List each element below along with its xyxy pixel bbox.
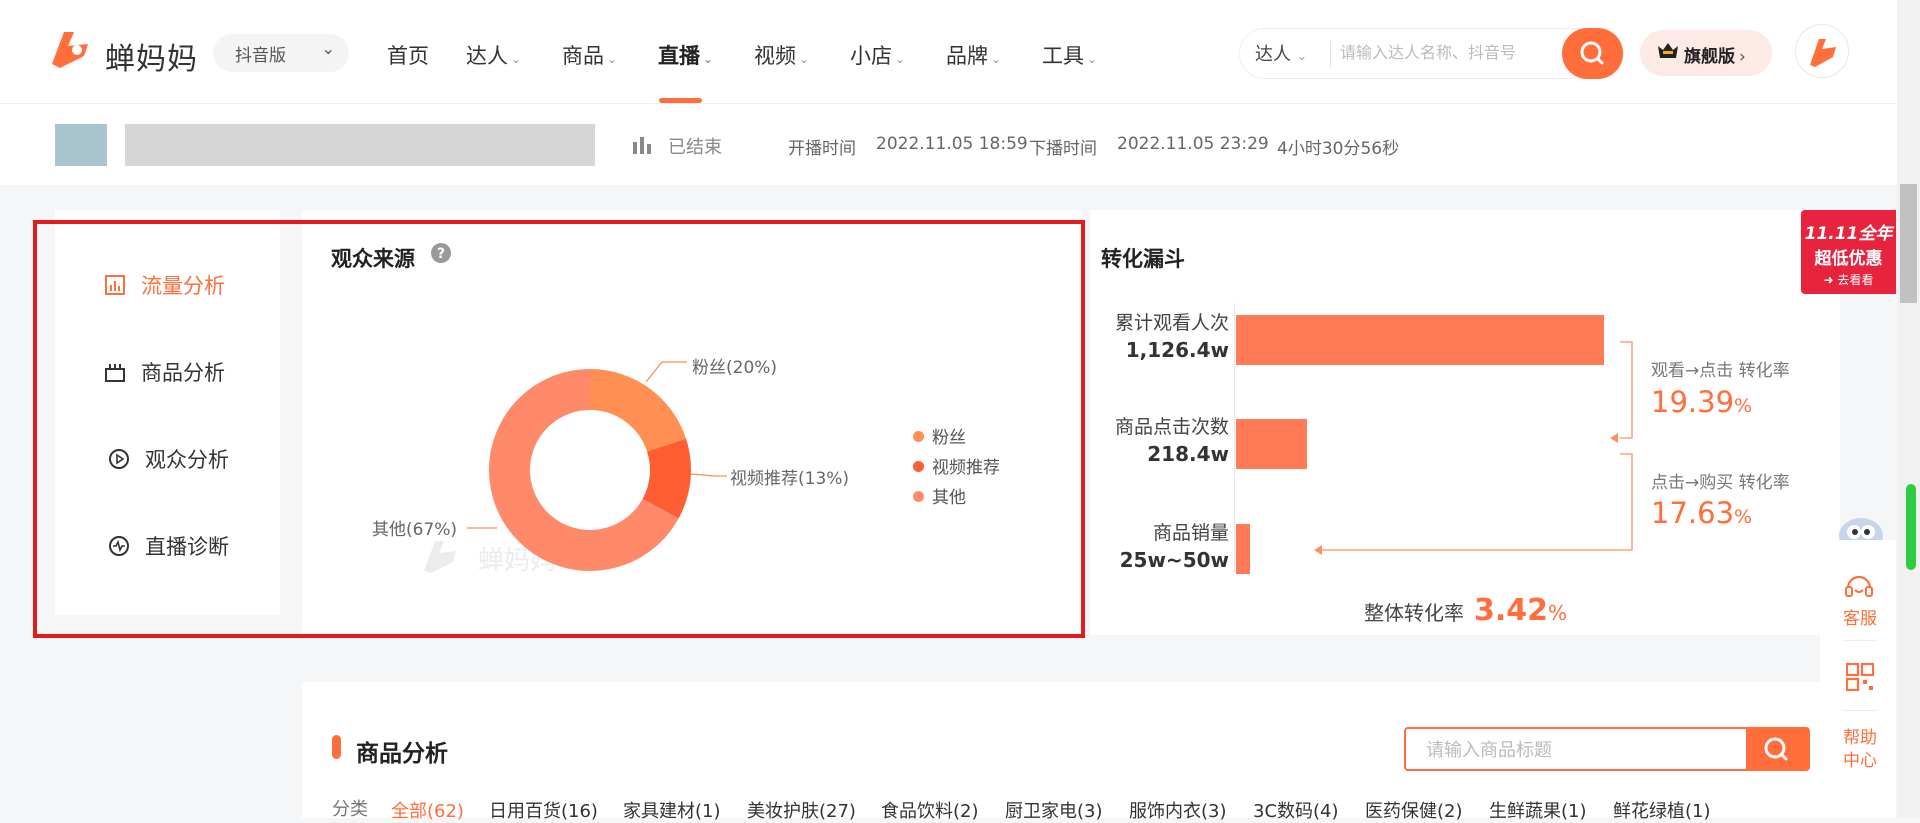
rate-view-click-value: 19.39% <box>1651 385 1753 419</box>
funnel-row-value: 25w~50w <box>1119 548 1229 572</box>
start-time-label: 开播时间 <box>788 139 856 159</box>
nav-brand[interactable]: 品牌 ⌄ <box>946 40 1001 70</box>
nav-shop[interactable]: 小店 ⌄ <box>850 40 905 70</box>
funnel-row-label: 商品销量 25w~50w <box>1119 522 1229 572</box>
avatar[interactable] <box>1795 24 1849 78</box>
top-header: 蝉妈妈 抖音版 ⌄ 首页 达人 ⌄ 商品 ⌄ 直播 ⌄ 视频 ⌄ 小店 ⌄ 品牌 ⌄ 工具 ⌄… <box>0 0 1897 103</box>
start-time: 2022.11.05 18:59 <box>876 134 1028 154</box>
search-icon <box>1764 737 1788 761</box>
room-avatar <box>55 124 107 166</box>
category-all[interactable]: 全部(62) <box>391 797 464 823</box>
nav-live[interactable]: 直播 ⌄ <box>658 40 713 70</box>
nav-goods[interactable]: 商品 ⌄ <box>562 40 617 70</box>
promo-banner[interactable]: 11.11全年 超低优惠 ➜ 去看看 <box>1801 210 1896 294</box>
goods-analysis-title: 商品分析 <box>356 741 448 767</box>
search-button[interactable] <box>1562 28 1623 79</box>
search-type-select[interactable]: 达人 ⌄ <box>1255 40 1307 66</box>
category-item[interactable]: 服饰内衣(3) <box>1129 797 1227 823</box>
search-icon <box>1580 41 1604 65</box>
qrcode-icon[interactable] <box>1845 662 1875 695</box>
end-time: 2022.11.05 23:29 <box>1117 134 1269 154</box>
chevron-down-icon: ⌄ <box>799 52 810 66</box>
category-item[interactable]: 3C数码(4) <box>1253 797 1339 823</box>
funnel-row-label: 商品点击次数 218.4w <box>1114 416 1229 466</box>
room-name <box>125 124 595 166</box>
nav-video[interactable]: 视频 ⌄ <box>754 40 809 70</box>
goods-search-button[interactable] <box>1746 729 1808 769</box>
chevron-down-icon: ⌄ <box>511 52 522 66</box>
rate-view-click-label: 观看→点击 转化率 <box>1651 361 1790 381</box>
chevron-down-icon: ⌄ <box>1297 49 1308 63</box>
sidebar-divider <box>1842 640 1878 641</box>
funnel-bar-clicks <box>1236 419 1308 469</box>
live-status-icon <box>632 134 654 160</box>
live-status: 已结束 <box>668 137 722 158</box>
customer-service-link[interactable]: 客服 <box>1843 604 1877 629</box>
chevron-down-icon: ⌄ <box>1087 52 1098 66</box>
chevron-down-icon: ⌄ <box>991 52 1002 66</box>
scrollbar-thumb[interactable] <box>1900 184 1917 303</box>
rate-click-buy-value: 17.63% <box>1651 496 1753 530</box>
sidebar-divider <box>1842 710 1878 711</box>
nav-tools[interactable]: 工具 ⌄ <box>1042 40 1097 70</box>
chevron-down-icon: ⌄ <box>895 52 906 66</box>
overall-conversion: 整体转化率 3.42% <box>1364 593 1568 628</box>
help-center-link[interactable]: 帮助中心 <box>1843 727 1877 773</box>
category-item[interactable]: 食品饮料(2) <box>881 797 979 823</box>
goods-search-input[interactable] <box>1426 737 1726 763</box>
funnel-bar-sales <box>1236 524 1250 574</box>
funnel-title: 转化漏斗 <box>1101 247 1185 271</box>
category-item[interactable]: 厨卫家电(3) <box>1005 797 1103 823</box>
chevron-down-icon: ⌄ <box>703 52 714 66</box>
version-select[interactable]: 抖音版 ⌄ <box>213 34 349 72</box>
highlight-box <box>33 220 1085 638</box>
nav-home[interactable]: 首页 <box>387 40 429 70</box>
search-input[interactable] <box>1340 38 1550 70</box>
live-duration: 4小时30分56秒 <box>1277 139 1400 159</box>
chevron-down-icon: ⌄ <box>607 52 618 66</box>
category-item[interactable]: 生鲜蔬果(1) <box>1489 797 1587 823</box>
category-item[interactable]: 医药保健(2) <box>1365 797 1463 823</box>
arrow-right-icon: ➜ <box>1823 273 1838 287</box>
chevron-down-icon: ⌄ <box>321 39 335 58</box>
funnel-arrows <box>1314 341 1633 555</box>
version-label: 抖音版 <box>235 46 286 66</box>
category-item[interactable]: 日用百货(16) <box>489 797 598 823</box>
search-divider <box>1330 41 1331 67</box>
section-marker <box>332 735 341 759</box>
funnel-axis <box>1234 303 1235 573</box>
nav-influencer[interactable]: 达人 ⌄ <box>466 40 521 70</box>
category-label: 分类 <box>332 799 368 820</box>
category-item[interactable]: 鲜花绿植(1) <box>1613 797 1711 823</box>
logo-icon[interactable] <box>44 24 96 80</box>
category-item[interactable]: 家具建材(1) <box>623 797 721 823</box>
category-item[interactable]: 美妆护肤(27) <box>747 797 856 823</box>
page-scrollbar[interactable] <box>1897 0 1920 818</box>
rate-click-buy-label: 点击→购买 转化率 <box>1651 473 1790 493</box>
brand-name[interactable]: 蝉妈妈 <box>105 34 198 78</box>
funnel-row-label: 累计观看人次 1,126.4w <box>1114 312 1229 362</box>
headset-icon[interactable] <box>1844 573 1874 605</box>
end-time-label: 下播时间 <box>1029 139 1097 159</box>
funnel-row-value: 1,126.4w <box>1125 338 1229 362</box>
crown-icon <box>1656 40 1680 66</box>
side-indicator <box>1906 484 1916 570</box>
funnel-row-value: 218.4w <box>1147 442 1229 466</box>
